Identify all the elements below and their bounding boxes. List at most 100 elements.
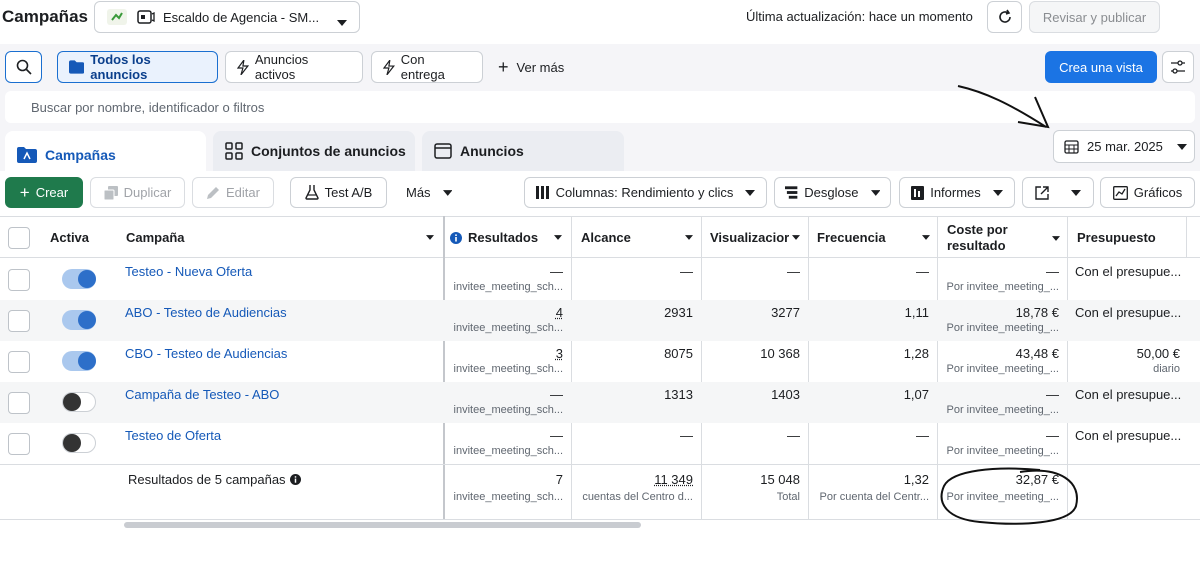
grid-icon <box>225 142 243 160</box>
chevron-down-icon <box>792 235 800 240</box>
campaign-name-link[interactable]: CBO - Testeo de Audiencias <box>125 346 287 361</box>
chevron-down-icon <box>685 235 693 240</box>
reach-cell: 1313 <box>572 382 701 423</box>
duplicate-button[interactable]: Duplicar <box>90 177 185 208</box>
frequency-cell: 1,11 <box>809 300 937 341</box>
report-icon <box>911 185 925 200</box>
tab-adsets[interactable]: Conjuntos de anuncios <box>213 131 415 171</box>
date-range-picker[interactable]: 25 mar. 2025 <box>1053 130 1195 163</box>
status-toggle[interactable] <box>62 269 96 289</box>
results-cell: — invitee_meeting_sch... <box>445 382 571 423</box>
search-input[interactable]: Buscar por nombre, identificador o filtr… <box>5 91 1195 123</box>
action-toolbar: + Crear Duplicar Editar Test A/B Más Col… <box>0 171 1200 216</box>
create-button[interactable]: + Crear <box>5 177 83 208</box>
chart-icon <box>1112 185 1128 200</box>
row-checkbox[interactable] <box>8 433 30 455</box>
table-row[interactable]: Campaña de Testeo - ABO — invitee_meeting… <box>0 382 1200 423</box>
cost-sub: Por invitee_meeting_... <box>946 363 1059 375</box>
totals-reach[interactable]: 11 349 <box>654 472 693 487</box>
export-button-group[interactable] <box>1022 177 1094 208</box>
header-results[interactable]: Resultados <box>450 217 562 258</box>
breakdown-label: Desglose <box>804 185 859 200</box>
row-checkbox[interactable] <box>8 351 30 373</box>
row-checkbox[interactable] <box>8 310 30 332</box>
edit-button[interactable]: Editar <box>192 177 274 208</box>
results-value[interactable]: 3 <box>556 346 563 361</box>
totals-impressions-cell: 15 048 Total <box>702 465 808 521</box>
table-row[interactable]: CBO - Testeo de Audiencias 3 invitee_meet… <box>0 341 1200 382</box>
header-impressions[interactable]: Visualizacior <box>710 217 800 258</box>
status-toggle[interactable] <box>62 310 96 330</box>
frequency-value: — <box>916 264 929 279</box>
header-reach[interactable]: Alcance <box>581 217 693 258</box>
info-icon <box>450 231 462 244</box>
see-more-label: Ver más <box>516 59 565 75</box>
campaign-folder-icon <box>17 146 37 163</box>
filter-active-ads[interactable]: Anuncios activos <box>225 51 363 83</box>
reach-cell: — <box>572 259 701 300</box>
view-settings-button[interactable] <box>1162 51 1194 83</box>
see-more-filters[interactable]: + Ver más <box>498 51 564 83</box>
breakdown-dropdown[interactable]: Desglose <box>774 177 891 208</box>
table-row[interactable]: ABO - Testeo de Audiencias 4 invitee_meet… <box>0 300 1200 341</box>
refresh-icon <box>998 9 1011 23</box>
info-icon[interactable] <box>289 474 301 485</box>
results-value: — <box>550 264 563 279</box>
charts-button[interactable]: Gráficos <box>1100 177 1195 208</box>
results-value[interactable]: 4 <box>556 305 563 320</box>
horizontal-scrollbar[interactable] <box>124 522 641 528</box>
table-row[interactable]: Testeo de Oferta — invitee_meeting_sch...… <box>0 423 1200 464</box>
select-all-checkbox[interactable] <box>8 227 30 249</box>
totals-cost-cell: 32,87 € Por invitee_meeting_... <box>938 465 1067 521</box>
header-budget[interactable]: Presupuesto <box>1077 217 1187 258</box>
cost-value: 18,78 € <box>1015 305 1059 320</box>
table-row[interactable]: Testeo - Nueva Oferta — invitee_meeting_s… <box>0 259 1200 300</box>
review-publish-button[interactable]: Revisar y publicar <box>1029 1 1160 33</box>
totals-results-sub: invitee_meeting_sch... <box>453 491 563 503</box>
columns-dropdown[interactable]: Columnas: Rendimiento y clics <box>524 177 767 208</box>
header-campaign-label: Campaña <box>126 230 185 245</box>
header-campaign[interactable]: Campaña <box>126 217 436 258</box>
toggle-knob <box>78 352 96 370</box>
reports-dropdown[interactable]: Informes <box>899 177 1015 208</box>
frequency-cell: 1,07 <box>809 382 937 423</box>
status-toggle[interactable] <box>62 433 96 453</box>
campaign-name-link[interactable]: Testeo de Oferta <box>125 428 221 443</box>
impressions-cell: 1403 <box>702 382 808 423</box>
filter-delivering[interactable]: Con entrega <box>371 51 483 83</box>
filter-all-ads[interactable]: Todos los anuncios <box>57 51 218 83</box>
more-actions-button[interactable]: Más <box>396 177 462 208</box>
row-checkbox[interactable] <box>8 392 30 414</box>
header-frequency-label: Frecuencia <box>817 230 886 245</box>
row-checkbox[interactable] <box>8 269 30 291</box>
tab-ads[interactable]: Anuncios <box>422 131 624 171</box>
campaign-name-link[interactable]: Campaña de Testeo - ABO <box>125 387 279 402</box>
status-toggle[interactable] <box>62 392 96 412</box>
more-label: Más <box>406 185 431 200</box>
ab-test-button[interactable]: Test A/B <box>290 177 387 208</box>
account-selector[interactable]: Escaldo de Agencia - SM... <box>94 1 360 33</box>
search-toggle-button[interactable] <box>5 51 42 83</box>
header-frequency[interactable]: Frecuencia <box>817 217 930 258</box>
campaign-name-link[interactable]: Testeo - Nueva Oferta <box>125 264 252 279</box>
totals-label: Resultados de 5 campañas <box>128 472 286 487</box>
date-label: 25 mar. 2025 <box>1087 139 1163 154</box>
create-view-button[interactable]: Crea una vista <box>1045 51 1157 83</box>
status-toggle[interactable] <box>62 351 96 371</box>
header-active[interactable]: Activa <box>50 217 110 258</box>
totals-results-cell: 7 invitee_meeting_sch... <box>445 465 571 521</box>
chevron-down-icon <box>745 189 756 196</box>
header-cost-per-result[interactable]: Coste por resultado <box>947 217 1060 258</box>
cost-value: — <box>1046 428 1059 443</box>
toggle-knob <box>78 311 96 329</box>
impressions-value: — <box>787 264 800 279</box>
table-header: Activa Campaña Resultados Alcance Visual… <box>0 216 1200 258</box>
totals-row: Resultados de 5 campañas 7 invitee_meetin… <box>0 464 1200 520</box>
cost-cell: 43,48 € Por invitee_meeting_... <box>938 341 1067 382</box>
ab-test-label: Test A/B <box>324 185 373 200</box>
refresh-button[interactable] <box>987 1 1022 33</box>
budget-value: 50,00 € <box>1136 346 1180 361</box>
campaign-name-link[interactable]: ABO - Testeo de Audiencias <box>125 305 287 320</box>
duplicate-icon <box>103 185 118 200</box>
ad-account-icon <box>137 9 155 25</box>
